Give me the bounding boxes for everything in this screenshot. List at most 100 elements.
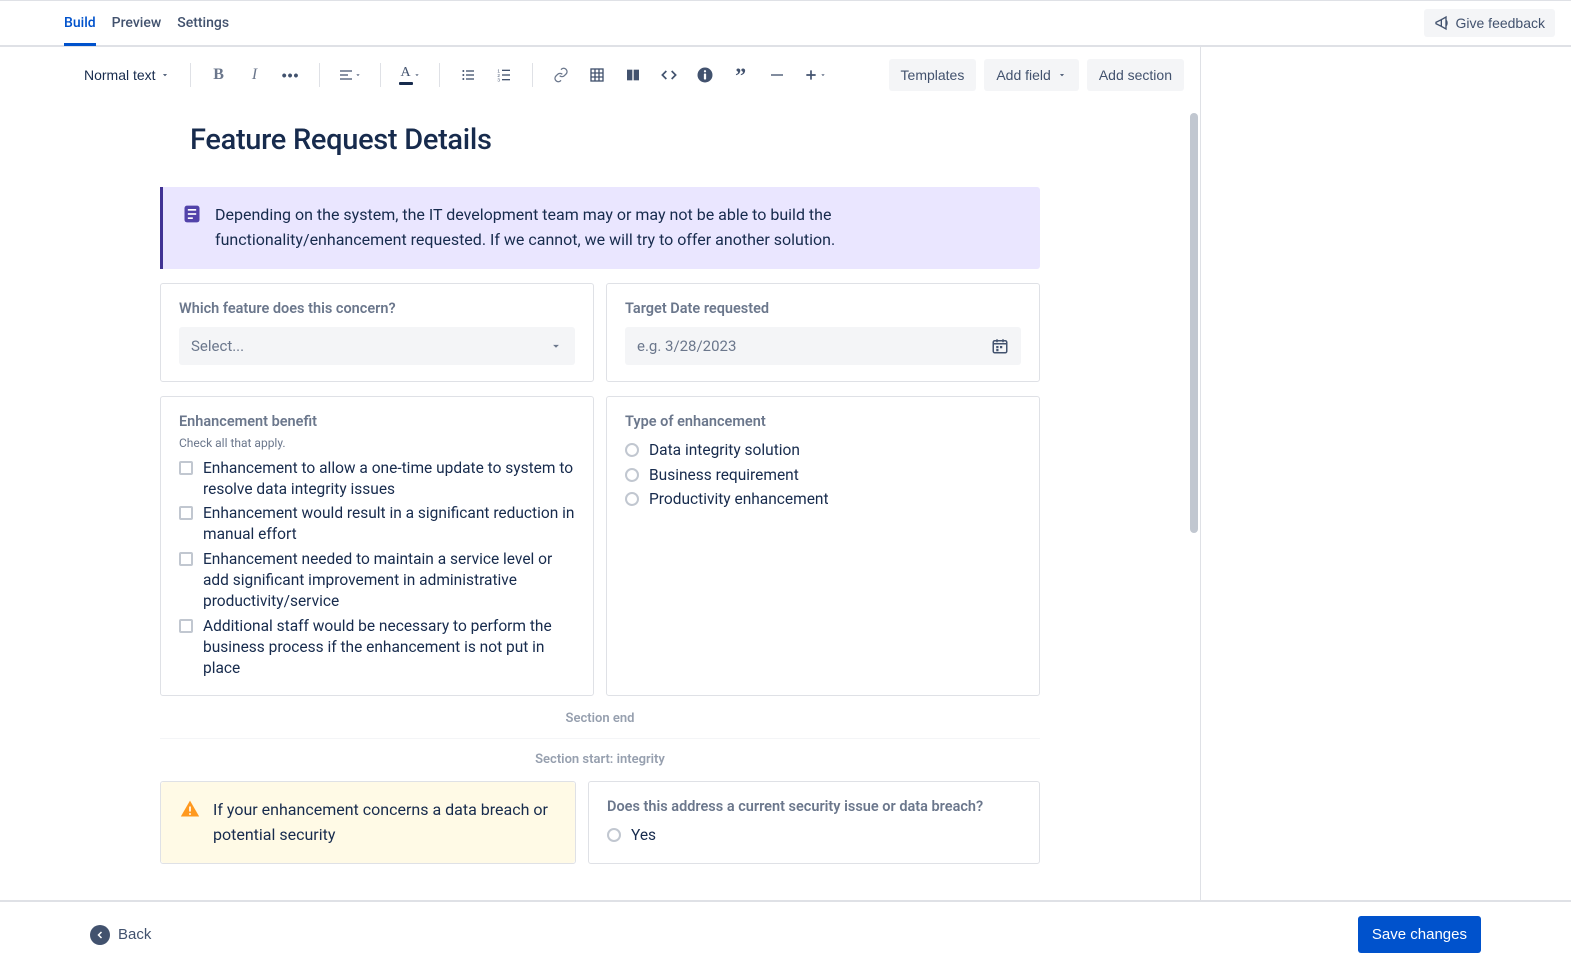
divider-button[interactable]: [761, 59, 793, 91]
radio-item[interactable]: Yes: [607, 825, 1021, 846]
field-label: Target Date requested: [625, 300, 1021, 317]
divider-icon: [769, 67, 785, 83]
document-title[interactable]: Feature Request Details: [190, 123, 1040, 157]
field-label: Which feature does this concern?: [179, 300, 575, 317]
date-input[interactable]: e.g. 3/28/2023: [625, 327, 1021, 365]
tab-preview[interactable]: Preview: [112, 2, 162, 46]
layout-button[interactable]: [617, 59, 649, 91]
add-section-button[interactable]: Add section: [1087, 59, 1184, 91]
editor-scroll[interactable]: Feature Request Details Depending on the…: [0, 103, 1200, 900]
quote-button[interactable]: ”: [725, 59, 757, 91]
tabs: Build Preview Settings: [64, 1, 229, 45]
field-security-question[interactable]: Does this address a current security iss…: [588, 781, 1040, 865]
chevron-down-icon: [1057, 70, 1067, 80]
bullet-list-button[interactable]: [452, 59, 484, 91]
back-button[interactable]: Back: [90, 925, 151, 945]
more-formatting-button[interactable]: •••: [275, 59, 307, 91]
section-end-label: Section end: [566, 711, 635, 726]
add-section-label: Add section: [1099, 67, 1172, 83]
radio-item[interactable]: Productivity enhancement: [625, 489, 1021, 510]
tab-label: Preview: [112, 15, 162, 31]
checkbox-icon: [179, 461, 193, 475]
checkbox-label: Additional staff would be necessary to p…: [203, 616, 575, 679]
warning-panel-text: If your enhancement concerns a data brea…: [213, 798, 557, 848]
warning-icon: [179, 798, 201, 820]
link-button[interactable]: [545, 59, 577, 91]
checkbox-item[interactable]: Enhancement would result in a significan…: [179, 503, 575, 545]
toolbar-separator: [380, 63, 381, 87]
header-row: Build Preview Settings Give feedback: [0, 1, 1571, 47]
radio-label: Business requirement: [649, 465, 799, 486]
arrow-left-icon: [90, 925, 110, 945]
tab-label: Settings: [177, 15, 229, 31]
checkbox-item[interactable]: Additional staff would be necessary to p…: [179, 616, 575, 679]
tab-settings[interactable]: Settings: [177, 2, 229, 46]
info-panel-button[interactable]: [689, 59, 721, 91]
radio-item[interactable]: Business requirement: [625, 465, 1021, 486]
bold-button[interactable]: B: [203, 59, 235, 91]
section-start-prefix: Section start:: [535, 752, 616, 767]
footer: Back Save changes: [0, 900, 1571, 967]
bullet-list-icon: [460, 67, 476, 83]
radio-icon: [607, 828, 621, 842]
checkbox-item[interactable]: Enhancement needed to maintain a service…: [179, 549, 575, 612]
toolbar-separator: [319, 63, 320, 87]
field-enhancement-benefit[interactable]: Enhancement benefit Check all that apply…: [160, 396, 594, 696]
select-input[interactable]: Select...: [179, 327, 575, 365]
checkbox-icon: [179, 619, 193, 633]
save-changes-button[interactable]: Save changes: [1358, 916, 1481, 953]
table-icon: [589, 67, 605, 83]
calendar-icon: [991, 337, 1009, 355]
italic-icon: I: [252, 66, 257, 84]
text-color-icon: A: [399, 65, 413, 85]
italic-button[interactable]: I: [239, 59, 271, 91]
align-left-icon: [338, 67, 354, 83]
info-panel[interactable]: Depending on the system, the IT developm…: [160, 187, 1040, 269]
info-icon: [696, 66, 714, 84]
code-button[interactable]: [653, 59, 685, 91]
text-style-dropdown[interactable]: Normal text: [76, 59, 178, 91]
field-label: Enhancement benefit: [179, 413, 575, 430]
field-enhancement-type[interactable]: Type of enhancement Data integrity solut…: [606, 396, 1040, 696]
checkbox-item[interactable]: Enhancement to allow a one-time update t…: [179, 458, 575, 500]
insert-dropdown[interactable]: [797, 59, 833, 91]
tab-build[interactable]: Build: [64, 2, 96, 46]
give-feedback-button[interactable]: Give feedback: [1424, 9, 1556, 37]
radio-icon: [625, 492, 639, 506]
add-field-label: Add field: [996, 67, 1050, 83]
radio-list: Yes: [607, 825, 1021, 846]
checkbox-icon: [179, 506, 193, 520]
section-start-name: integrity: [617, 752, 665, 767]
numbered-list-button[interactable]: 123: [488, 59, 520, 91]
editor-pane: Normal text B I ••• A: [0, 47, 1201, 900]
checkbox-label: Enhancement needed to maintain a service…: [203, 549, 575, 612]
bold-icon: B: [213, 66, 224, 84]
code-icon: [661, 67, 677, 83]
add-field-dropdown[interactable]: Add field: [984, 59, 1078, 91]
table-button[interactable]: [581, 59, 613, 91]
text-color-dropdown[interactable]: A: [393, 59, 427, 91]
radio-item[interactable]: Data integrity solution: [625, 440, 1021, 461]
numbered-list-icon: 123: [496, 67, 512, 83]
field-warning-panel[interactable]: If your enhancement concerns a data brea…: [160, 781, 576, 865]
radio-list: Data integrity solution Business require…: [625, 440, 1021, 511]
chevron-down-icon: [819, 71, 827, 79]
align-dropdown[interactable]: [332, 59, 368, 91]
toolbar-separator: [439, 63, 440, 87]
select-placeholder: Select...: [191, 337, 244, 355]
scrollbar-thumb[interactable]: [1190, 113, 1198, 533]
checkbox-list: Enhancement to allow a one-time update t…: [179, 458, 575, 679]
field-feature-concern[interactable]: Which feature does this concern? Select.…: [160, 283, 594, 382]
layout-icon: [625, 67, 641, 83]
chevron-down-icon: [549, 339, 563, 353]
checkbox-label: Enhancement to allow a one-time update t…: [203, 458, 575, 500]
date-placeholder: e.g. 3/28/2023: [637, 337, 736, 355]
link-icon: [553, 67, 569, 83]
field-target-date[interactable]: Target Date requested e.g. 3/28/2023: [606, 283, 1040, 382]
templates-label: Templates: [901, 67, 965, 83]
field-help: Check all that apply.: [179, 436, 575, 450]
templates-button[interactable]: Templates: [889, 59, 977, 91]
panel-note-icon: [181, 203, 203, 225]
toolbar-separator: [532, 63, 533, 87]
quote-icon: ”: [735, 70, 746, 81]
